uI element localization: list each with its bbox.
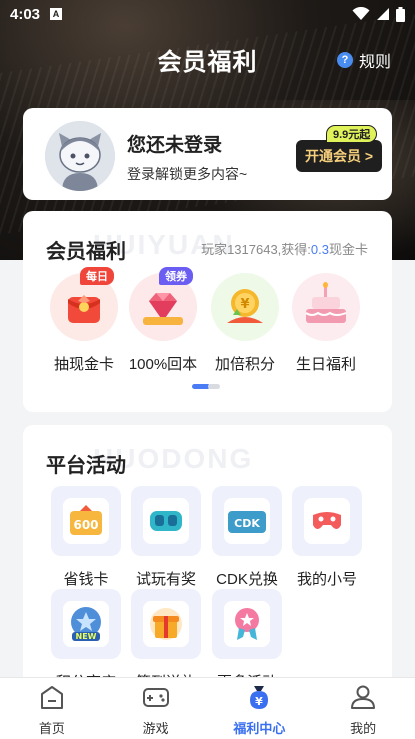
rules-label: 规则 [358,54,391,71]
benefit-label: 生日福利 [295,356,356,373]
activity-label: 省钱卡 [63,571,109,588]
rules-button[interactable]: ? 规则 [336,48,391,72]
benefit-badge-coupon: 领券 [159,267,193,285]
svg-text:CDK: CDK [234,517,260,530]
benefits-note-prefix: 玩家1317643,获得: [201,242,311,257]
price-tag: 9.9元起 [326,125,378,143]
activity-more-events[interactable]: 更多活动 [210,589,284,685]
signal-icon [377,8,389,20]
vr-goggles-icon [143,498,189,544]
activity-savings-card[interactable]: 600 省钱卡 [49,486,123,589]
activity-label: CDK兑换 [216,571,278,588]
platform-activities-card: HUODONG 平台活动 600 省钱卡 试玩有奖 CDK CDK兑换 我的小号… [23,425,392,685]
open-vip-button[interactable]: 开通会员 > [296,140,382,172]
benefit-label: 加倍积分 [214,356,275,373]
activity-my-accounts[interactable]: 我的小号 [290,486,364,589]
activity-checkin-gift[interactable]: 签到送礼 [129,589,203,685]
ribbon-badge-icon [224,601,270,647]
svg-text:¥: ¥ [256,695,264,708]
benefits-title: 会员福利 [46,241,126,263]
gold-coin-icon: ¥ [211,273,279,341]
svg-text:¥: ¥ [240,297,249,312]
tab-home[interactable]: 首页 [0,678,104,739]
login-card[interactable]: 您还未登录 登录解锁更多内容~ 开通会员 > 9.9元起 [23,108,392,200]
benefit-cash-card[interactable]: 每日 抽现金卡 [44,267,124,374]
default-avatar-icon [45,121,115,191]
activity-label: 试玩有奖 [135,571,196,588]
battery-icon [396,6,405,22]
avatar[interactable] [45,121,115,191]
activity-points-shop[interactable]: NEW 积分商店 [49,589,123,685]
status-bar: 4:03 A [0,0,415,28]
bottom-tab-bar: 首页 游戏 ¥ 福利中心 我的 [0,677,415,739]
tab-label: 福利中心 [233,721,286,736]
tab-label: 首页 [38,721,65,736]
home-icon [40,686,63,709]
new-medal-icon: NEW [63,601,109,647]
tab-mine[interactable]: 我的 [311,678,415,739]
tab-label: 游戏 [142,721,169,736]
tab-games[interactable]: 游戏 [104,678,208,739]
svg-text:NEW: NEW [76,632,97,641]
top-bar: 会员福利 ? 规则 [0,38,415,78]
benefits-note: 玩家1317643,获得:0.3现金卡 [201,239,368,258]
controller-icon [142,688,169,707]
svg-text:600: 600 [73,518,98,532]
benefits-note-value: 0.3 [310,242,329,257]
benefit-label: 抽现金卡 [53,356,114,373]
activity-cdk-redeem[interactable]: CDK CDK兑换 [210,486,284,589]
benefits-pager [192,384,220,389]
birthday-cake-icon [292,273,360,341]
wifi-icon [352,7,370,20]
cdk-icon: CDK [224,498,270,544]
activity-label: 我的小号 [296,571,357,588]
question-icon: ? [336,52,353,68]
tab-label: 我的 [350,721,377,736]
profile-icon [351,685,376,709]
activity-trial-reward[interactable]: 试玩有奖 [129,486,203,589]
diamond-icon: 领券 [129,267,197,341]
pager-dot [208,384,220,389]
yuan-bag-icon: ¥ [250,686,269,709]
gamepad-icon [304,498,350,544]
benefit-badge-daily: 每日 [80,267,114,285]
tab-welfare-center[interactable]: ¥ 福利中心 [208,678,312,739]
notification-a-icon: A [50,8,63,20]
activities-title: 平台活动 [46,455,126,477]
gift-box-icon [143,601,189,647]
status-time: 4:03 [10,5,41,23]
benefit-full-refund[interactable]: 领券 100%回本 [123,267,203,374]
member-benefits-card: HUIYUAN 会员福利 玩家1317643,获得:0.3现金卡 每日 抽现金卡… [23,211,392,412]
benefit-double-points[interactable]: ¥ 加倍积分 [205,273,285,374]
login-title: 您还未登录 [127,135,223,156]
benefits-note-suffix: 现金卡 [328,242,368,257]
benefit-label: 100%回本 [128,356,198,373]
benefit-birthday[interactable]: 生日福利 [286,273,366,374]
red-envelope-icon: 每日 [50,267,118,341]
login-subtitle: 登录解锁更多内容~ [127,166,248,182]
savings-card-icon: 600 [63,498,109,544]
